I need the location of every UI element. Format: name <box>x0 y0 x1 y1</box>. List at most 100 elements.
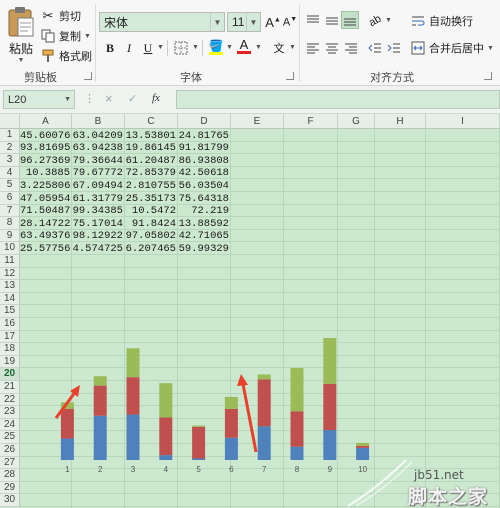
bar-segment-5-s2[interactable] <box>192 426 206 459</box>
row-header-28[interactable]: 28 <box>0 469 20 482</box>
cell-d10[interactable]: 59.99329 <box>178 243 231 255</box>
bar-segment-2-s3[interactable] <box>93 376 107 386</box>
cell-d2[interactable]: 91.81799 <box>178 142 231 154</box>
clipboard-dialog-launcher-icon[interactable] <box>84 72 92 80</box>
column-header-b[interactable]: B <box>72 114 125 129</box>
bar-segment-2-s2[interactable] <box>93 385 107 416</box>
cell-a6[interactable]: 47.05954 <box>20 193 72 205</box>
increase-indent-button[interactable] <box>385 39 403 57</box>
bar-segment-9-s1[interactable] <box>323 430 337 460</box>
column-header-a[interactable]: A <box>20 114 72 129</box>
cancel-icon[interactable]: × <box>105 91 113 106</box>
wrap-text-button[interactable]: 自动换行 <box>410 13 473 29</box>
bar-segment-3-s1[interactable] <box>126 414 140 460</box>
cell-d5[interactable]: 56.03504 <box>178 180 231 192</box>
cell-a2[interactable]: 93.81695 <box>20 142 72 154</box>
bar-segment-5-s3[interactable] <box>192 425 206 427</box>
row-header-11[interactable]: 11 <box>0 255 20 268</box>
name-box[interactable]: L20 ▼ <box>3 90 75 109</box>
row-header-29[interactable]: 29 <box>0 481 20 495</box>
cell-d3[interactable]: 86.93808 <box>178 155 231 167</box>
chevron-down-icon[interactable]: ▼ <box>385 17 392 24</box>
cell-b7[interactable]: 99.34385 <box>72 205 125 217</box>
cell-d6[interactable]: 75.64318 <box>178 193 231 205</box>
row-header-17[interactable]: 17 <box>0 330 20 344</box>
cell-c3[interactable]: 61.20487 <box>125 155 178 167</box>
cell-d7[interactable]: 72.219 <box>178 205 231 217</box>
row-header-26[interactable]: 26 <box>0 444 20 457</box>
chevron-down-icon[interactable]: ▼ <box>255 44 262 51</box>
decrease-indent-button[interactable] <box>366 39 384 57</box>
cell-c10[interactable]: 6.207465 <box>125 243 178 255</box>
row-header-20[interactable]: 20 <box>0 368 20 381</box>
cell-d8[interactable]: 13.88592 <box>178 218 231 230</box>
cut-button[interactable]: ✂ 剪切 <box>40 8 81 24</box>
bar-segment-4-s2[interactable] <box>159 417 173 456</box>
stacked-column-chart[interactable]: 1 2 3 4 5 6 7 8 9 10 <box>52 326 380 478</box>
cell-b1[interactable]: 63.04209 <box>72 130 125 142</box>
select-all-corner[interactable] <box>0 114 20 129</box>
cell-a5[interactable]: 3.225806 <box>20 180 72 192</box>
cell-c6[interactable]: 25.35173 <box>125 193 178 205</box>
align-right-button[interactable] <box>342 39 360 57</box>
cell-b3[interactable]: 79.36644 <box>72 155 125 167</box>
grow-font-button[interactable]: A▲ <box>264 13 282 31</box>
column-header-f[interactable]: F <box>284 114 338 129</box>
row-header-12[interactable]: 12 <box>0 267 20 281</box>
cell-a9[interactable]: 63.49376 <box>20 230 72 242</box>
cell-b5[interactable]: 67.09494 <box>72 180 125 192</box>
row-header-1[interactable]: 1 <box>0 129 20 142</box>
bar-segment-8-s1[interactable] <box>290 446 304 460</box>
bar-segment-9-s3[interactable] <box>323 338 337 384</box>
row-header-2[interactable]: 2 <box>0 141 20 155</box>
row-header-3[interactable]: 3 <box>0 154 20 167</box>
column-header-g[interactable]: G <box>338 114 375 129</box>
bar-segment-8-s2[interactable] <box>290 411 304 447</box>
bar-segment-9-s2[interactable] <box>323 383 337 431</box>
orientation-button[interactable]: ab <box>366 12 384 30</box>
font-name-select[interactable]: 宋体 ▼ <box>99 12 225 32</box>
chevron-down-icon[interactable]: ▼ <box>192 44 199 51</box>
fill-color-button[interactable]: 🪣 <box>207 38 225 56</box>
bar-segment-8-s3[interactable] <box>290 367 304 412</box>
underline-button[interactable]: U <box>139 39 157 57</box>
align-top-button[interactable] <box>304 12 322 30</box>
bold-button[interactable]: B <box>101 39 119 57</box>
row-header-13[interactable]: 13 <box>0 280 20 293</box>
merge-center-button[interactable]: 合并后居中 ▼ <box>410 40 494 56</box>
bar-segment-4-s3[interactable] <box>159 383 173 418</box>
bar-segment-1-s1[interactable] <box>60 438 74 460</box>
cell-a3[interactable]: 96.27369 <box>20 155 72 167</box>
cell-c7[interactable]: 10.5472 <box>125 205 178 217</box>
bar-segment-3-s3[interactable] <box>126 348 140 378</box>
insert-function-icon[interactable]: fx <box>152 92 160 104</box>
cell-b9[interactable]: 98.12922 <box>72 230 125 242</box>
align-left-button[interactable] <box>304 39 322 57</box>
border-button[interactable] <box>172 39 190 57</box>
row-header-15[interactable]: 15 <box>0 305 20 318</box>
font-dialog-launcher-icon[interactable] <box>286 72 294 80</box>
cell-d1[interactable]: 24.81765 <box>178 130 231 142</box>
row-header-23[interactable]: 23 <box>0 406 20 419</box>
italic-button[interactable]: I <box>120 39 138 57</box>
cell-c5[interactable]: 2.810755 <box>125 180 178 192</box>
align-center-button[interactable] <box>323 39 341 57</box>
phonetic-button[interactable]: 文 <box>270 39 288 57</box>
row-header-4[interactable]: 4 <box>0 166 20 180</box>
bar-segment-2-s1[interactable] <box>93 415 107 460</box>
cell-a10[interactable]: 25.57756 <box>20 243 72 255</box>
formula-input[interactable] <box>176 90 500 109</box>
column-header-e[interactable]: E <box>231 114 284 129</box>
row-header-19[interactable]: 19 <box>0 355 20 369</box>
cell-d4[interactable]: 42.50618 <box>178 167 231 179</box>
row-header-24[interactable]: 24 <box>0 418 20 432</box>
bar-segment-10-s2[interactable] <box>356 445 370 448</box>
row-header-25[interactable]: 25 <box>0 431 20 444</box>
row-header-10[interactable]: 10 <box>0 242 20 255</box>
align-bottom-button[interactable] <box>341 11 359 29</box>
bar-segment-5-s1[interactable] <box>192 458 206 460</box>
row-header-9[interactable]: 9 <box>0 229 20 243</box>
row-header-8[interactable]: 8 <box>0 217 20 230</box>
cell-a8[interactable]: 28.14722 <box>20 218 72 230</box>
cell-b6[interactable]: 61.31779 <box>72 193 125 205</box>
